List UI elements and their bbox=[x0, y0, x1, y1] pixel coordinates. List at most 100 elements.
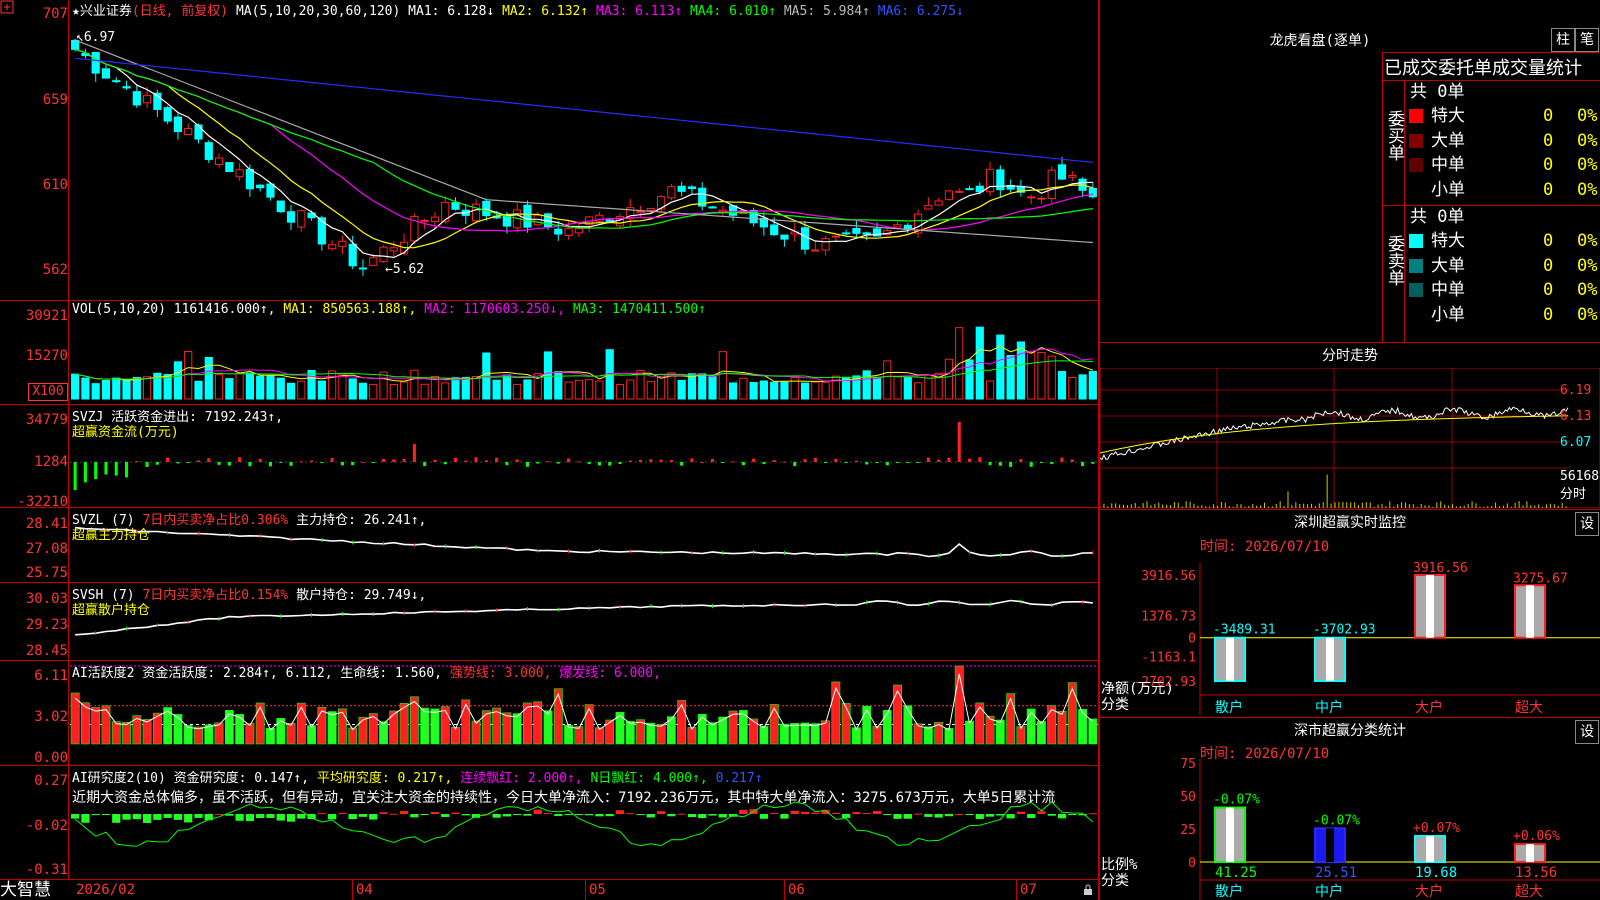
sell-orders-label: 委卖单 bbox=[1384, 235, 1404, 286]
classify-bar bbox=[1314, 827, 1346, 863]
fund-flow-bar bbox=[998, 462, 1002, 466]
volume-bar bbox=[708, 375, 717, 400]
intraday-label: 6.13 bbox=[1560, 409, 1591, 424]
activity-bar bbox=[574, 726, 584, 745]
bar-mode-button[interactable]: 柱 bbox=[1551, 28, 1575, 52]
volume-bar bbox=[379, 371, 388, 400]
fund-flow-bar bbox=[628, 460, 632, 462]
fund-flow-bar bbox=[690, 458, 694, 462]
volume-bar bbox=[266, 375, 275, 400]
activity-bar bbox=[872, 726, 882, 745]
research-bar bbox=[965, 814, 974, 815]
research-bar bbox=[924, 814, 933, 817]
monitor-title: 深圳超赢实时监控 bbox=[1294, 515, 1406, 531]
left-axis-border bbox=[68, 0, 69, 880]
fund-flow-bar bbox=[207, 458, 211, 462]
research-bar bbox=[759, 814, 769, 819]
volume-bar bbox=[996, 334, 1005, 400]
tick-mode-button[interactable]: 笔 bbox=[1575, 28, 1599, 52]
research-bar bbox=[646, 814, 655, 818]
fund-flow-bar bbox=[669, 460, 673, 462]
research-bar bbox=[369, 814, 378, 820]
research-bar bbox=[142, 814, 152, 823]
volume-bar bbox=[112, 377, 121, 400]
fund-flow-bar bbox=[587, 462, 591, 465]
research-bar bbox=[667, 814, 676, 817]
monitor-ylabel-2: 分类 bbox=[1101, 697, 1129, 713]
order-percent: 0% bbox=[1577, 155, 1598, 175]
sell-total: 共 0单 bbox=[1410, 207, 1465, 227]
color-swatch bbox=[1409, 307, 1423, 322]
research-bar bbox=[348, 814, 357, 820]
candle-body bbox=[800, 227, 810, 250]
activity-bar bbox=[142, 719, 152, 745]
period-mode[interactable]: (日线, 前复权) bbox=[132, 4, 228, 19]
fund-flow-bar bbox=[124, 462, 129, 478]
research-bar bbox=[1037, 811, 1046, 814]
intraday-chart[interactable]: 6.19 6.13 6.07 56168 分时 bbox=[1100, 368, 1600, 508]
classify-settings-button[interactable]: 设 bbox=[1575, 720, 1599, 744]
pane-sep-3 bbox=[0, 507, 1098, 508]
ma-line bbox=[74, 48, 1094, 249]
candle-body bbox=[1047, 169, 1056, 200]
activity-bar bbox=[286, 722, 296, 745]
monitor-category: 中户 bbox=[1315, 699, 1343, 715]
candle-body bbox=[523, 204, 532, 228]
activity-bar bbox=[810, 723, 820, 745]
volume-bar bbox=[297, 380, 306, 400]
research-bar bbox=[698, 814, 707, 819]
fund-flow-bar bbox=[505, 462, 509, 466]
color-swatch bbox=[1409, 182, 1423, 197]
fund-flow-bar bbox=[597, 462, 601, 466]
monitor-y-tick: 0 bbox=[1188, 632, 1196, 647]
buy-row: 小单 0 0% bbox=[1405, 178, 1600, 202]
candle-body bbox=[728, 205, 738, 216]
volume-bar bbox=[194, 380, 203, 400]
candle-body bbox=[328, 244, 337, 250]
volume-bar bbox=[143, 376, 152, 400]
order-percent: 0% bbox=[1577, 179, 1598, 200]
monitor-y-tick: -1163.1 bbox=[1141, 650, 1196, 665]
volume-bar bbox=[1016, 341, 1025, 400]
stock-name[interactable]: ★兴业证券 bbox=[72, 4, 132, 19]
volume-bar bbox=[122, 379, 131, 400]
fund-flow-bar bbox=[752, 458, 756, 462]
lock-icon[interactable] bbox=[1082, 884, 1094, 900]
classify-bar-highlight bbox=[1326, 828, 1334, 862]
research-bar bbox=[389, 813, 398, 815]
brand-label[interactable]: 大智慧 bbox=[0, 880, 68, 900]
volume-bar bbox=[574, 379, 583, 400]
volume-bar bbox=[914, 382, 923, 400]
classify-category: 中户 bbox=[1315, 883, 1343, 900]
svsh-tick-2: 29.23 bbox=[25, 617, 68, 633]
research-bar bbox=[718, 814, 727, 818]
research-bar bbox=[852, 812, 861, 814]
main-holding-chart bbox=[75, 526, 1094, 558]
low-price-label: ←5.62 bbox=[385, 262, 425, 277]
candle-body bbox=[852, 228, 861, 234]
research-bar bbox=[739, 809, 748, 814]
research-bar bbox=[554, 814, 563, 816]
svsh-tick-3: 28.45 bbox=[25, 643, 68, 659]
activity-bar bbox=[677, 700, 687, 745]
activity-bar bbox=[1037, 720, 1046, 745]
fund-flow-bar bbox=[371, 462, 375, 463]
vol-ma3: MA3: 1470411.500↑ bbox=[572, 302, 706, 317]
order-size-name: 小单 bbox=[1431, 304, 1465, 325]
activity-bar bbox=[841, 703, 851, 745]
monitor-bar-highlight bbox=[1526, 585, 1534, 638]
ai2-research: 资金研究度: 0.147↑, bbox=[173, 771, 310, 786]
activity-bar bbox=[502, 712, 512, 745]
fund-flow-bar bbox=[217, 462, 221, 465]
kline-chart[interactable] bbox=[70, 18, 1098, 300]
fund-flow-bar bbox=[680, 462, 684, 466]
candle-body bbox=[91, 51, 100, 74]
volume-bar bbox=[317, 380, 326, 400]
candle-body bbox=[564, 227, 573, 237]
volume-bar bbox=[862, 370, 871, 400]
monitor-settings-button[interactable]: 设 bbox=[1575, 512, 1599, 536]
activity-bar bbox=[944, 728, 954, 745]
vol-unit-badge[interactable]: X100 bbox=[28, 383, 68, 401]
fund-flow-bar bbox=[844, 462, 848, 463]
research-bar bbox=[153, 814, 162, 820]
